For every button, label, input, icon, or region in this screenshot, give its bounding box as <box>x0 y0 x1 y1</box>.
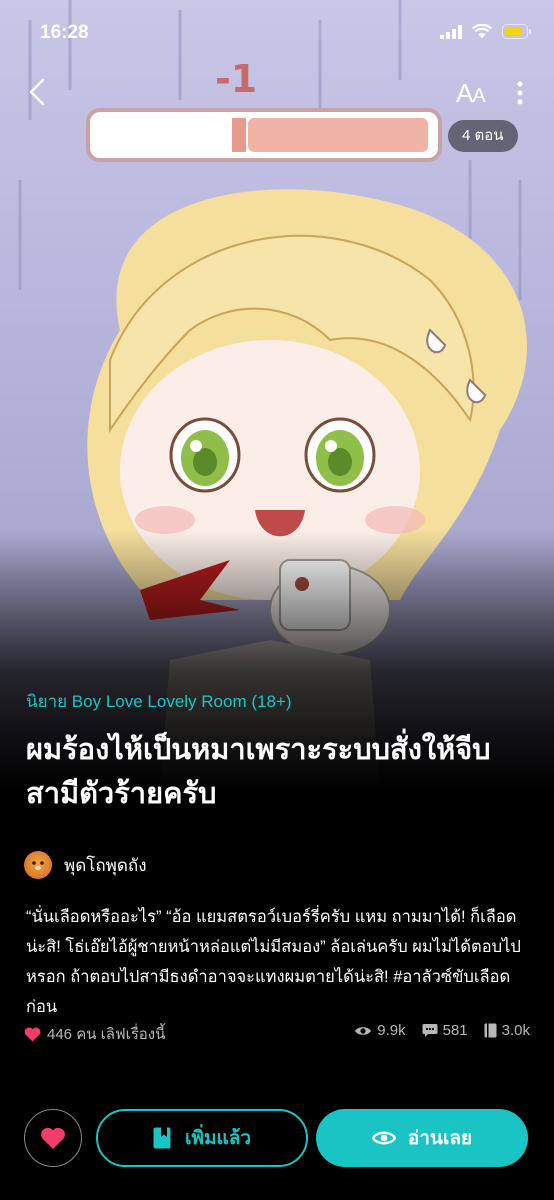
font-size-small-label: A <box>472 85 485 107</box>
views-count: 9.9k <box>377 1022 406 1039</box>
back-icon[interactable] <box>24 76 54 108</box>
comments-count: 581 <box>442 1022 468 1039</box>
views-stat: 9.9k <box>354 1022 406 1039</box>
signal-icon <box>440 24 462 39</box>
like-button[interactable] <box>24 1109 82 1167</box>
stats-row: 446 คน เลิฟเรื่องนี้ 9.9k 581 3.0k <box>24 1022 530 1046</box>
cover-image: -1 <box>0 0 554 790</box>
bookmark-book-icon <box>153 1127 171 1149</box>
episode-count-badge: 4 ตอน <box>448 120 518 152</box>
story-title: ผมร้องไห้เป็นหมาเพราะระบบสั่งให้จีบสามีต… <box>26 734 491 810</box>
read-now-label: อ่านเลย <box>407 1128 473 1149</box>
add-to-library-button[interactable]: เพิ่มแล้ว <box>96 1109 308 1167</box>
battery-icon <box>502 24 531 39</box>
eye-icon <box>355 1026 372 1035</box>
more-options-icon[interactable] <box>510 78 530 108</box>
heart-icon <box>24 1027 41 1041</box>
top-nav: AA <box>0 72 554 112</box>
likes-count: 446 คน เลิฟเรื่องนี้ <box>47 1026 166 1043</box>
comments-stat: 581 <box>422 1022 468 1039</box>
font-size-big-label: A <box>456 78 473 108</box>
likes-stat: 446 คน เลิฟเรื่องนี้ <box>24 1022 165 1046</box>
author-avatar-face <box>32 861 44 870</box>
add-to-library-label: เพิ่มแล้ว <box>184 1128 252 1149</box>
counts-group: 9.9k 581 3.0k <box>354 1022 530 1039</box>
chapters-stat: 3.0k <box>484 1022 530 1039</box>
eye-icon <box>371 1131 396 1145</box>
story-description: “นั่นเลือดหรืออะไร” “อ้อ แยมสตรอว์เบอร์ร… <box>26 908 521 1016</box>
status-icons <box>440 24 532 39</box>
author-row[interactable]: พุดโถพุดถัง <box>24 850 147 880</box>
font-size-button[interactable]: AA <box>456 78 486 109</box>
read-now-button[interactable]: อ่านเลย <box>316 1109 528 1167</box>
wifi-icon <box>472 24 492 38</box>
chapters-count: 3.0k <box>501 1022 530 1039</box>
comment-icon <box>422 1024 438 1037</box>
author-name: พุดโถพุดถัง <box>64 855 147 875</box>
author-avatar <box>24 851 52 879</box>
story-category[interactable]: นิยาย Boy Love Lovely Room (18+) <box>26 688 292 715</box>
heart-filled-icon <box>41 1127 65 1149</box>
book-icon <box>484 1023 497 1038</box>
status-bar: 16:28 <box>0 0 554 64</box>
status-time: 16:28 <box>40 22 89 43</box>
